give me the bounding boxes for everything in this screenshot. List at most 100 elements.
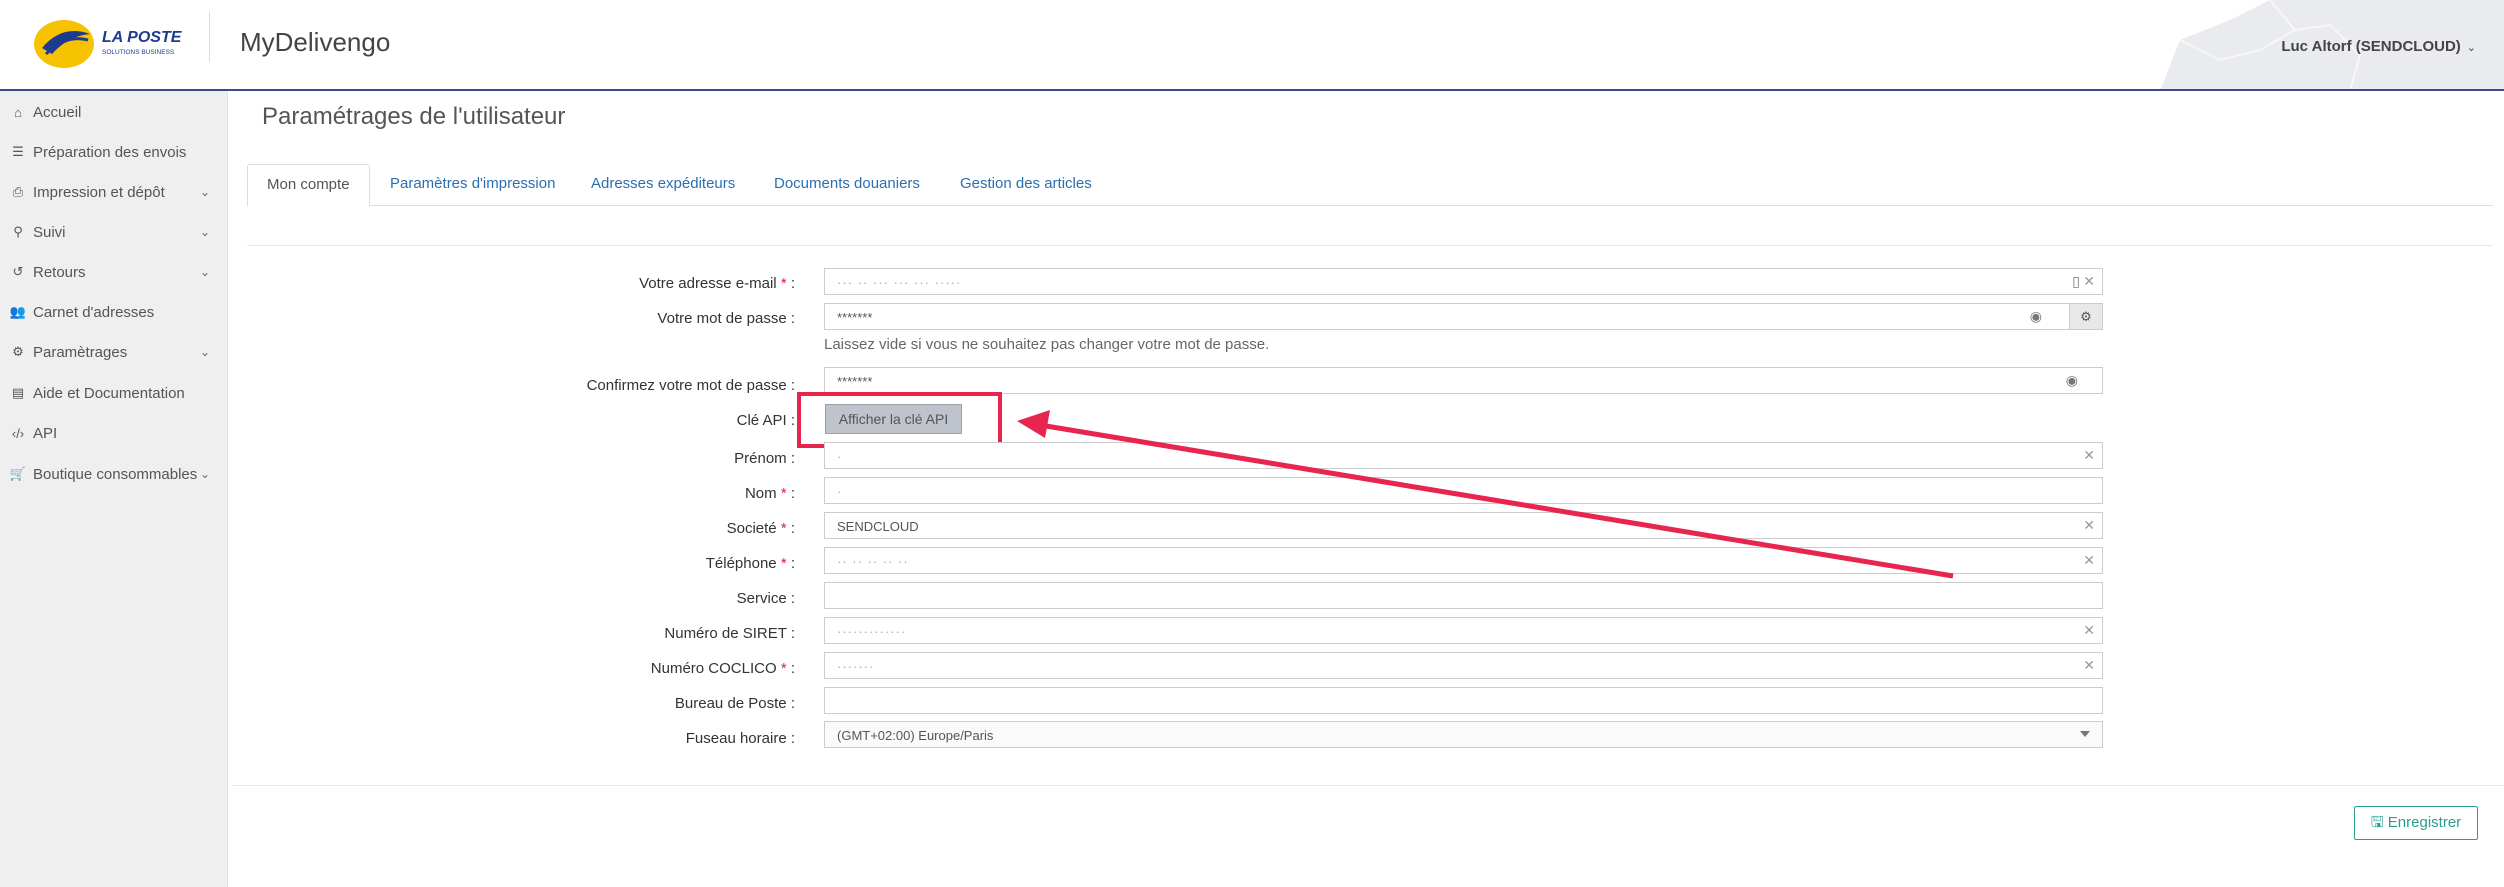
tab-bar: Mon compte Paramètres d'impression Adres… xyxy=(247,164,2493,207)
tab-documents-douaniers[interactable]: Documents douaniers xyxy=(755,164,939,206)
sidebar-item-label: Retours xyxy=(33,263,86,281)
confirm-password-field[interactable]: ******* ◉ xyxy=(824,367,2103,394)
home-icon: ⌂ xyxy=(14,104,22,120)
divider xyxy=(247,245,2493,246)
email-value: ··· ·· ··· ··· ··· ····· xyxy=(837,275,962,290)
clear-icon[interactable]: ✕ xyxy=(2083,552,2095,569)
timezone-label: Fuseau horaire : xyxy=(685,730,795,747)
cart-icon: 🛒 xyxy=(9,466,27,481)
generate-password-icon[interactable]: ⚙ xyxy=(2069,304,2102,329)
service-field[interactable] xyxy=(824,582,2103,609)
coclico-value: ······· xyxy=(837,659,875,674)
password-help: Laissez vide si vous ne souhaitez pas ch… xyxy=(824,336,1270,353)
list-icon: ☰ xyxy=(12,144,24,159)
chevron-down-icon: ⌄ xyxy=(199,185,210,199)
sidebar-item-label: Carnet d'adresses xyxy=(33,303,155,321)
sidebar-item-label: Suivi xyxy=(33,223,66,241)
clear-icon[interactable]: ✕ xyxy=(2083,273,2095,290)
siret-label: Numéro de SIRET : xyxy=(664,625,795,642)
company-value: SENDCLOUD xyxy=(837,519,919,534)
post-office-label: Bureau de Poste : xyxy=(674,695,795,712)
divider xyxy=(232,785,2504,786)
logo-divider xyxy=(209,12,210,62)
timezone-value: (GMT+02:00) Europe/Paris xyxy=(837,728,994,743)
post-office-field[interactable] xyxy=(824,687,2103,714)
confirm-password-label: Confirmez votre mot de passe : xyxy=(586,377,795,394)
firstname-field[interactable]: · ✕ xyxy=(824,442,2103,469)
tab-parametres-impression[interactable]: Paramètres d'impression xyxy=(371,164,574,206)
sidebar-item-accueil[interactable]: ⌂ Accueil xyxy=(0,92,228,132)
sidebar-item-carnet[interactable]: 👥 Carnet d'adresses xyxy=(0,292,228,332)
confirm-password-value: ******* xyxy=(837,374,873,389)
search-icon: ⚲ xyxy=(13,224,23,239)
annotation-highlight-box xyxy=(797,392,1002,448)
contact-card-icon[interactable]: ▯ xyxy=(2072,273,2080,290)
tab-gestion-articles[interactable]: Gestion des articles xyxy=(941,164,1111,206)
service-label: Service : xyxy=(736,590,795,607)
siret-value: ············· xyxy=(837,624,907,639)
user-menu[interactable]: Luc Altorf (SENDCLOUD) ⌄ xyxy=(2281,38,2476,55)
sidebar-item-suivi[interactable]: ⚲ Suivi ⌄ xyxy=(0,212,228,252)
sidebar-item-label: Paramètrages xyxy=(33,343,128,361)
eye-icon[interactable]: ◉ xyxy=(2030,308,2042,325)
password-field[interactable]: ******* ◉ ⚙ xyxy=(824,303,2103,330)
sidebar-item-parametrages[interactable]: ⚙ Paramètrages ⌄ xyxy=(0,332,228,372)
sidebar-item-label: Aide et Documentation xyxy=(33,384,185,402)
save-button[interactable]: 🖫 Enregistrer xyxy=(2354,806,2478,840)
save-icon: 🖫 xyxy=(2370,814,2384,831)
gear-icon: ⚙ xyxy=(12,344,24,359)
sidebar-item-label: Accueil xyxy=(33,103,82,121)
sidebar-item-retours[interactable]: ↺ Retours ⌄ xyxy=(0,252,228,292)
sidebar-item-aide[interactable]: ▤ Aide et Documentation xyxy=(0,373,228,413)
coclico-field[interactable]: ······· ✕ xyxy=(824,652,2103,679)
history-icon: ↺ xyxy=(12,264,24,279)
phone-value: ·· ·· ·· ·· ·· xyxy=(837,554,909,569)
sidebar-item-api[interactable]: ‹/› API xyxy=(0,413,228,453)
clear-icon[interactable]: ✕ xyxy=(2083,622,2095,639)
book-icon: ▤ xyxy=(11,385,25,400)
phone-label: Téléphone * : xyxy=(705,555,795,572)
logo-subtext: SOLUTIONS BUSINESS xyxy=(102,49,175,56)
user-name: Luc Altorf (SENDCLOUD) xyxy=(2281,38,2461,55)
la-poste-logo[interactable]: LA POSTE SOLUTIONS BUSINESS xyxy=(32,14,192,74)
phone-field[interactable]: ·· ·· ·· ·· ·· ✕ xyxy=(824,547,2103,574)
sidebar: ⌂ Accueil ☰ Préparation des envois ⎙ Impres… xyxy=(0,91,228,887)
chevron-down-icon: ⌄ xyxy=(2466,42,2476,54)
chevron-down-icon: ⌄ xyxy=(199,265,210,279)
sidebar-item-impression[interactable]: ⎙ Impression et dépôt ⌄ xyxy=(0,172,228,212)
code-icon: ‹/› xyxy=(11,425,25,441)
clear-icon[interactable]: ✕ xyxy=(2083,447,2095,464)
sidebar-item-preparation[interactable]: ☰ Préparation des envois xyxy=(0,132,228,172)
chevron-down-icon: ⌄ xyxy=(199,225,210,239)
company-field[interactable]: SENDCLOUD ✕ xyxy=(824,512,2103,539)
page-title: Paramétrages de l'utilisateur xyxy=(262,103,566,130)
users-icon: 👥 xyxy=(9,304,27,319)
app-title: MyDelivengo xyxy=(240,27,391,57)
print-icon: ⎙ xyxy=(12,184,24,199)
timezone-select[interactable]: (GMT+02:00) Europe/Paris xyxy=(824,721,2103,748)
clear-icon[interactable]: ✕ xyxy=(2083,657,2095,674)
coclico-label: Numéro COCLICO * : xyxy=(650,660,795,677)
chevron-down-icon: ⌄ xyxy=(199,467,210,481)
sidebar-item-boutique[interactable]: 🛒 Boutique consommables ⌄ xyxy=(0,454,228,494)
company-label: Societé * : xyxy=(726,520,795,537)
sidebar-item-label: Préparation des envois xyxy=(33,143,187,161)
lastname-label: Nom * : xyxy=(744,485,795,502)
chevron-down-icon xyxy=(2080,731,2090,737)
tab-mon-compte[interactable]: Mon compte xyxy=(247,164,370,207)
email-field[interactable]: ··· ·· ··· ··· ··· ····· ▯ ✕ xyxy=(824,268,2103,295)
save-label: Enregistrer xyxy=(2387,814,2462,831)
sidebar-item-label: Boutique consommables xyxy=(33,465,198,483)
chevron-down-icon: ⌄ xyxy=(199,345,210,359)
lastname-value: · xyxy=(837,484,843,499)
email-label: Votre adresse e-mail * : xyxy=(639,275,795,292)
siret-field[interactable]: ············· ✕ xyxy=(824,617,2103,644)
lastname-field[interactable]: · xyxy=(824,477,2103,504)
api-key-label: Clé API : xyxy=(736,412,795,429)
eye-icon[interactable]: ◉ xyxy=(2066,372,2078,389)
firstname-value: · xyxy=(837,449,843,464)
logo-text: LA POSTE xyxy=(102,29,183,46)
tab-adresses-expediteurs[interactable]: Adresses expéditeurs xyxy=(572,164,754,206)
clear-icon[interactable]: ✕ xyxy=(2083,517,2095,534)
firstname-label: Prénom : xyxy=(734,450,795,467)
